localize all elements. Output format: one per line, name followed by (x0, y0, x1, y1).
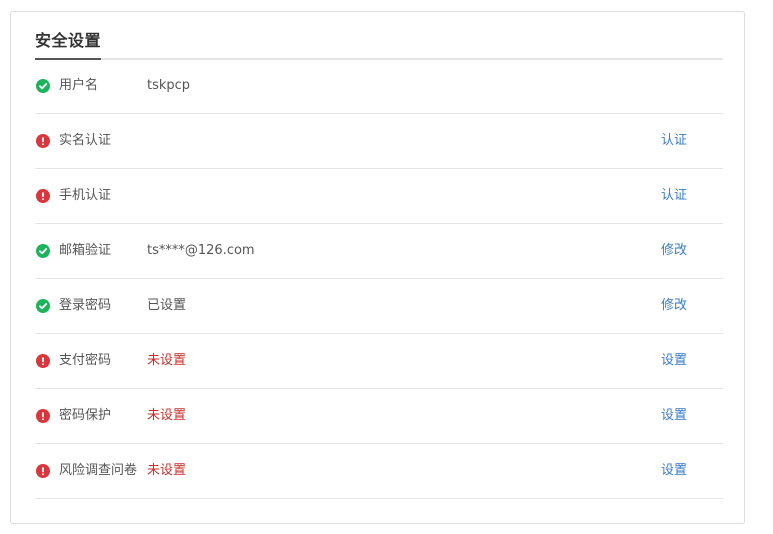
row-value: ts****@126.com (147, 243, 255, 258)
set-link[interactable]: 设置 (661, 444, 687, 498)
security-row-pay-password: 支付密码 未设置 设置 (35, 334, 723, 389)
page-title: 安全设置 (35, 30, 102, 60)
verify-link[interactable]: 认证 (661, 114, 687, 168)
security-row-real-name: 实名认证 认证 (35, 114, 723, 169)
row-label: 密码保护 (59, 408, 112, 423)
exclamation-circle-icon (36, 134, 50, 148)
set-link[interactable]: 设置 (661, 389, 687, 443)
row-label: 风险调查问卷 (59, 463, 138, 478)
set-link[interactable]: 设置 (661, 334, 687, 388)
security-item-list: 用户名 tskpcp 实名认证 认证 手机认证 认证 邮箱验证 ts****@1… (35, 59, 723, 499)
panel-header: 安全设置 (35, 26, 723, 60)
exclamation-circle-icon (36, 189, 50, 203)
row-value: 未设置 (147, 463, 187, 478)
security-settings-panel: 安全设置 用户名 tskpcp 实名认证 认证 手机认证 认证 邮箱验证 ts*… (10, 11, 745, 524)
security-row-risk-survey: 风险调查问卷 未设置 设置 (35, 444, 723, 499)
row-label: 支付密码 (59, 353, 112, 368)
row-label: 邮箱验证 (59, 243, 112, 258)
security-row-email: 邮箱验证 ts****@126.com 修改 (35, 224, 723, 279)
row-value: tskpcp (147, 78, 191, 93)
row-label: 登录密码 (59, 298, 112, 313)
exclamation-circle-icon (36, 409, 50, 423)
row-value: 未设置 (147, 408, 187, 423)
row-value: 已设置 (147, 298, 187, 313)
security-row-username: 用户名 tskpcp (35, 59, 723, 114)
security-row-login-password: 登录密码 已设置 修改 (35, 279, 723, 334)
exclamation-circle-icon (36, 354, 50, 368)
modify-link[interactable]: 修改 (661, 224, 687, 278)
check-circle-icon (36, 79, 50, 93)
modify-link[interactable]: 修改 (661, 279, 687, 333)
exclamation-circle-icon (36, 464, 50, 478)
check-circle-icon (36, 299, 50, 313)
row-label: 手机认证 (59, 188, 112, 203)
security-row-password-protection: 密码保护 未设置 设置 (35, 389, 723, 444)
security-row-phone: 手机认证 认证 (35, 169, 723, 224)
row-value: 未设置 (147, 353, 187, 368)
row-label: 用户名 (59, 78, 99, 93)
check-circle-icon (36, 244, 50, 258)
verify-link[interactable]: 认证 (661, 169, 687, 223)
row-label: 实名认证 (59, 133, 112, 148)
